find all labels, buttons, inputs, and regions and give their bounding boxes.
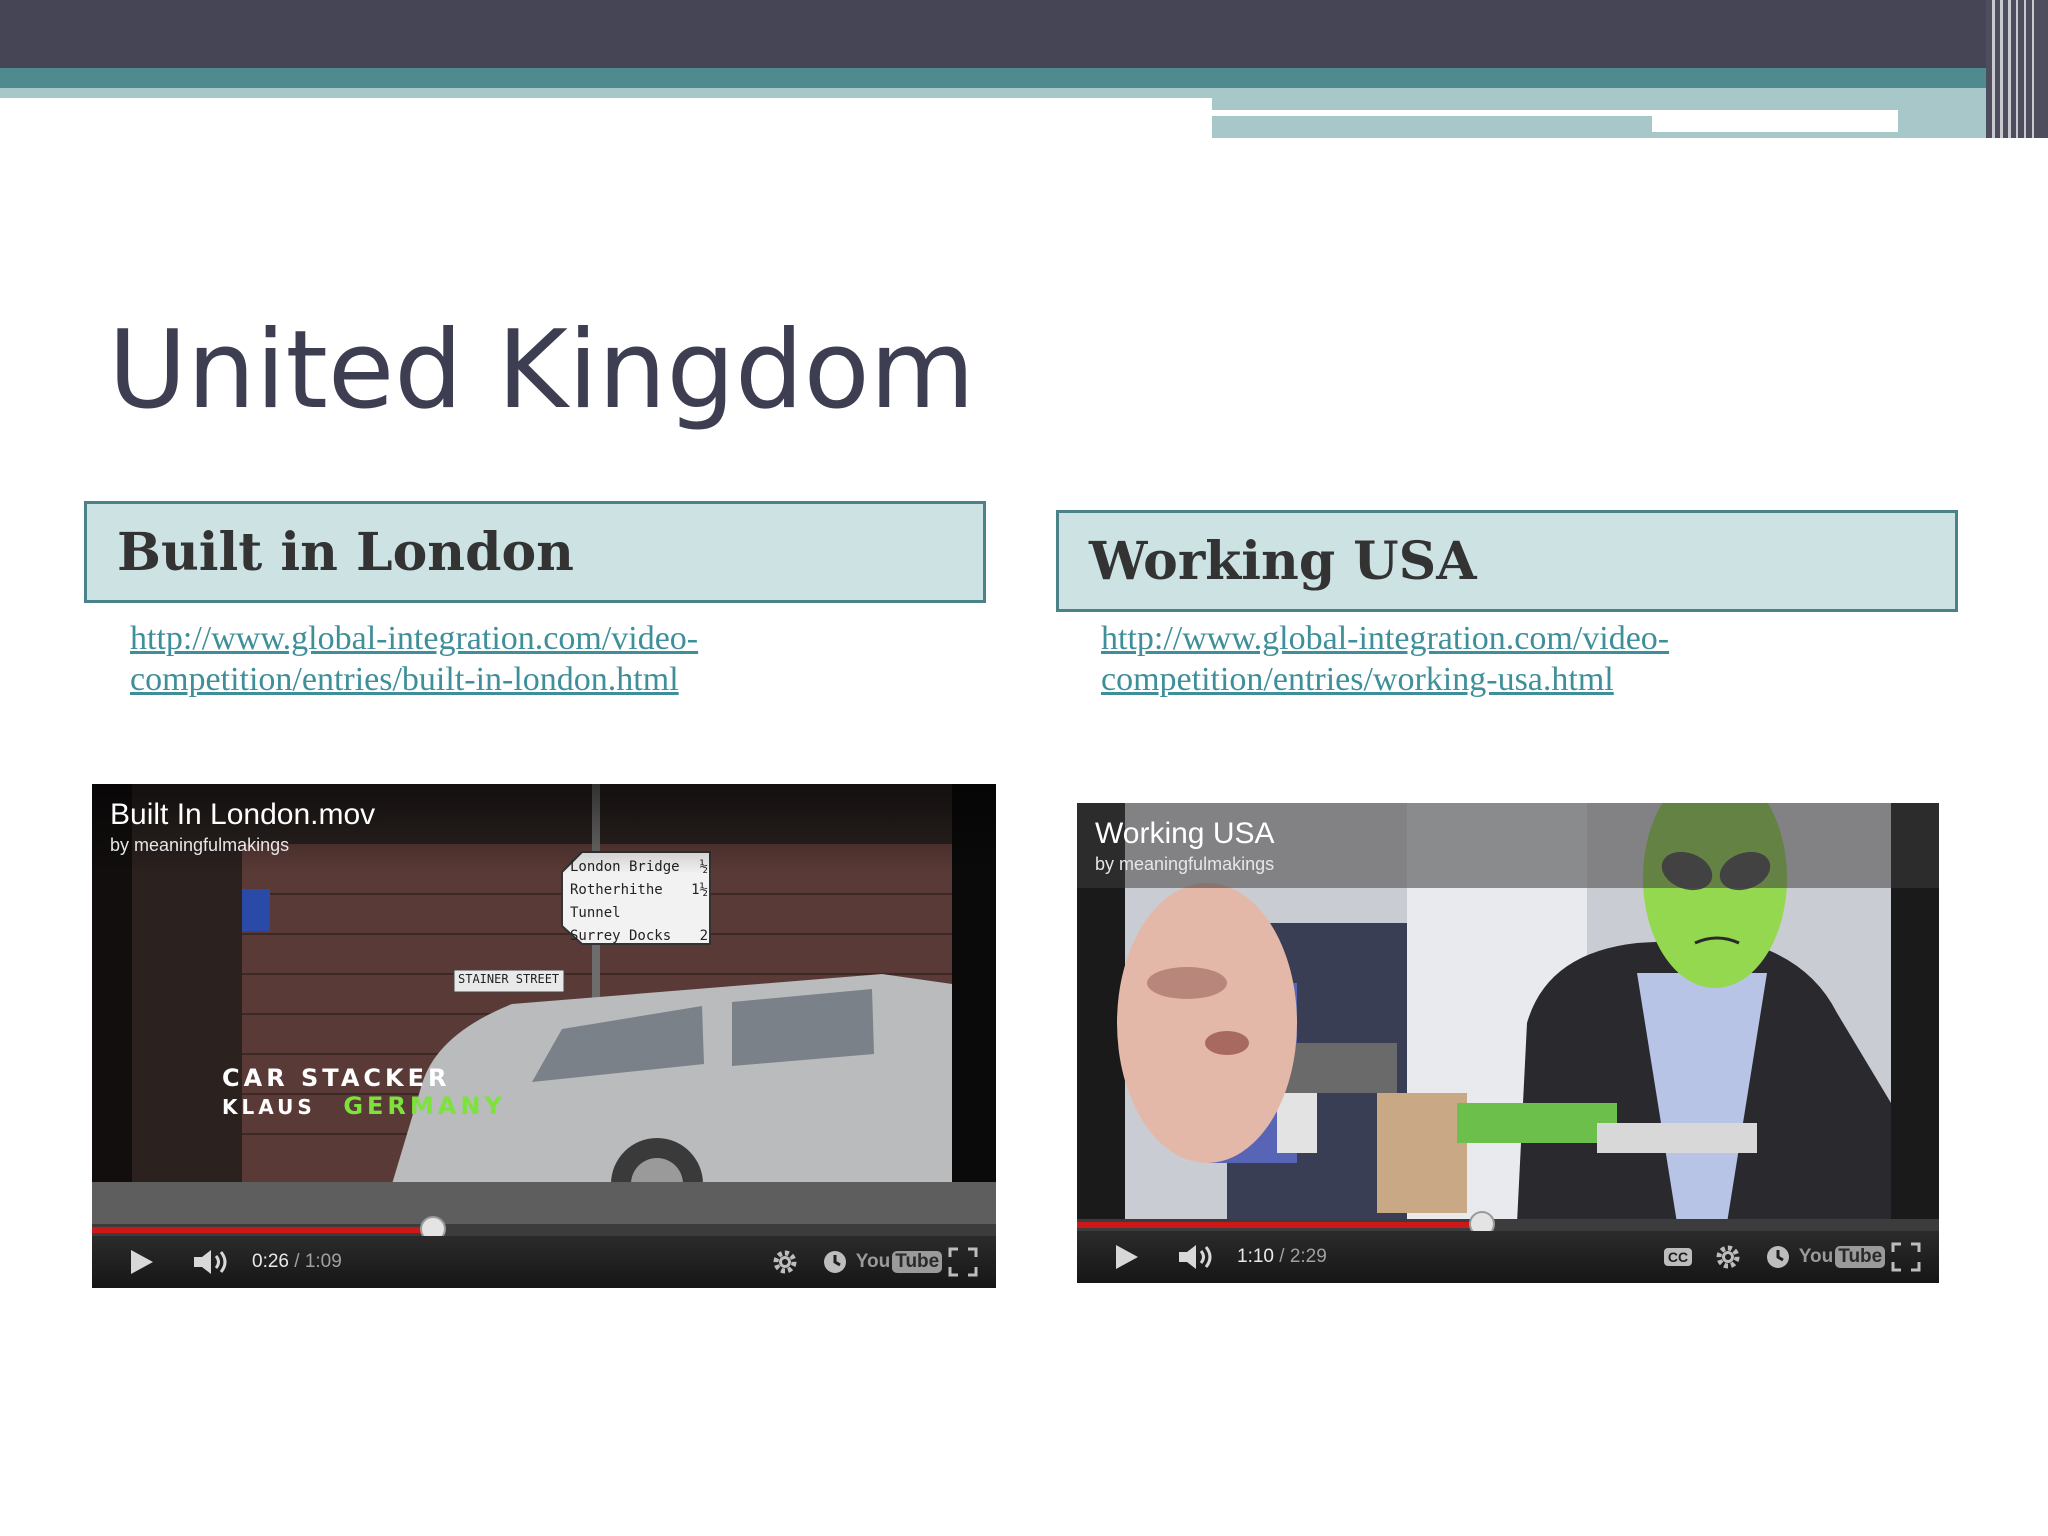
playback-time: 1:10 / 2:29	[1237, 1246, 1327, 1268]
progress-bar[interactable]	[1077, 1211, 1939, 1237]
settings-button[interactable]	[760, 1236, 810, 1288]
sign-distance-blank	[680, 902, 708, 925]
video-player-working-usa[interactable]: Working USA by meaningfulmakings 1:10 / …	[1077, 803, 1939, 1283]
gear-icon	[773, 1250, 797, 1274]
volume-button[interactable]	[182, 1236, 242, 1288]
video-frame[interactable]: Working USA by meaningfulmakings	[1077, 803, 1939, 1223]
play-button[interactable]	[1099, 1231, 1155, 1283]
play-button[interactable]	[114, 1236, 170, 1288]
play-icon	[1116, 1245, 1138, 1269]
volume-icon	[1179, 1245, 1212, 1269]
header-light-stripe	[0, 88, 1212, 98]
video-player-built-in-london[interactable]: London Bridge Rotherhithe Tunnel Surrey …	[92, 784, 996, 1288]
video-author[interactable]: by meaningfulmakings	[1095, 853, 1921, 875]
fullscreen-button[interactable]	[1881, 1231, 1931, 1283]
settings-button[interactable]	[1703, 1231, 1753, 1283]
video-link-working-usa[interactable]: http://www.global-integration.com/video-…	[1101, 618, 1801, 700]
clock-icon	[824, 1251, 846, 1273]
video-frame[interactable]: London Bridge Rotherhithe Tunnel Surrey …	[92, 784, 996, 1228]
credit-role: CAR STACKER	[222, 1064, 451, 1092]
youtube-logo-you: You	[855, 1251, 891, 1272]
slide-title: United Kingdom	[108, 308, 975, 433]
video-credit-caption: CAR STACKER KLAUS GERMANY	[222, 1064, 506, 1120]
video-author[interactable]: by meaningfulmakings	[110, 834, 978, 856]
video-title-overlay: Working USA by meaningfulmakings	[1077, 803, 1939, 888]
play-icon	[131, 1250, 153, 1274]
sign-distance: 2	[699, 928, 708, 944]
fullscreen-button[interactable]	[938, 1236, 988, 1288]
youtube-logo-tube: Tube	[892, 1251, 943, 1273]
playback-time: 0:26 / 1:09	[252, 1251, 342, 1273]
video-heading: Working USA	[1089, 531, 1477, 592]
captions-button[interactable]: CC	[1653, 1231, 1703, 1283]
clock-icon	[1767, 1246, 1789, 1268]
header-light-stripe-lower	[1212, 116, 1652, 138]
fullscreen-icon	[948, 1247, 978, 1277]
header-corner-lines	[1986, 0, 2048, 138]
youtube-logo-link[interactable]: You Tube	[856, 1236, 943, 1288]
header-accent-stripe	[0, 68, 2010, 88]
video-title[interactable]: Built In London.mov	[110, 798, 978, 832]
video-link-built-in-london[interactable]: http://www.global-integration.com/video-…	[130, 618, 830, 700]
volume-button[interactable]	[1167, 1231, 1227, 1283]
time-total: 1:09	[304, 1251, 342, 1272]
street-sign-name: STAINER STREET	[458, 972, 560, 986]
progress-played	[1077, 1222, 1483, 1228]
video-heading: Built in London	[117, 522, 574, 583]
credit-country: GERMANY	[343, 1092, 506, 1120]
slide-header-bar	[0, 0, 2048, 68]
youtube-logo-link[interactable]: You Tube	[1799, 1231, 1886, 1283]
video-title[interactable]: Working USA	[1095, 817, 1921, 851]
video-heading-box-working-usa: Working USA	[1056, 510, 1958, 612]
gear-icon	[1716, 1245, 1740, 1269]
youtube-logo-tube: Tube	[1835, 1246, 1886, 1268]
progress-played	[92, 1227, 433, 1233]
player-controls: 1:10 / 2:29 CC You Tube	[1077, 1231, 1939, 1283]
header-white-line	[1212, 110, 1898, 116]
sign-distance: 1½	[691, 882, 708, 898]
video-heading-box-built-in-london: Built in London	[84, 501, 986, 603]
time-separator: /	[288, 1251, 305, 1272]
time-current: 1:10	[1237, 1246, 1274, 1267]
player-controls: 0:26 / 1:09 You Tube	[92, 1236, 996, 1288]
header-light-stripe-lower-right	[1652, 132, 2010, 138]
progress-bar[interactable]	[92, 1216, 996, 1242]
credit-name: KLAUS	[222, 1095, 316, 1119]
video-title-overlay: Built In London.mov by meaningfulmakings	[92, 784, 996, 874]
time-current: 0:26	[252, 1251, 289, 1272]
youtube-logo-you: You	[1798, 1246, 1834, 1267]
time-total: 2:29	[1289, 1246, 1327, 1267]
watch-later-button[interactable]	[810, 1236, 860, 1288]
time-separator: /	[1273, 1246, 1290, 1267]
fullscreen-icon	[1891, 1242, 1921, 1272]
captions-icon: CC	[1663, 1248, 1693, 1266]
header-light-stripe-right	[1212, 88, 1898, 110]
watch-later-button[interactable]	[1753, 1231, 1803, 1283]
volume-icon	[194, 1250, 227, 1274]
